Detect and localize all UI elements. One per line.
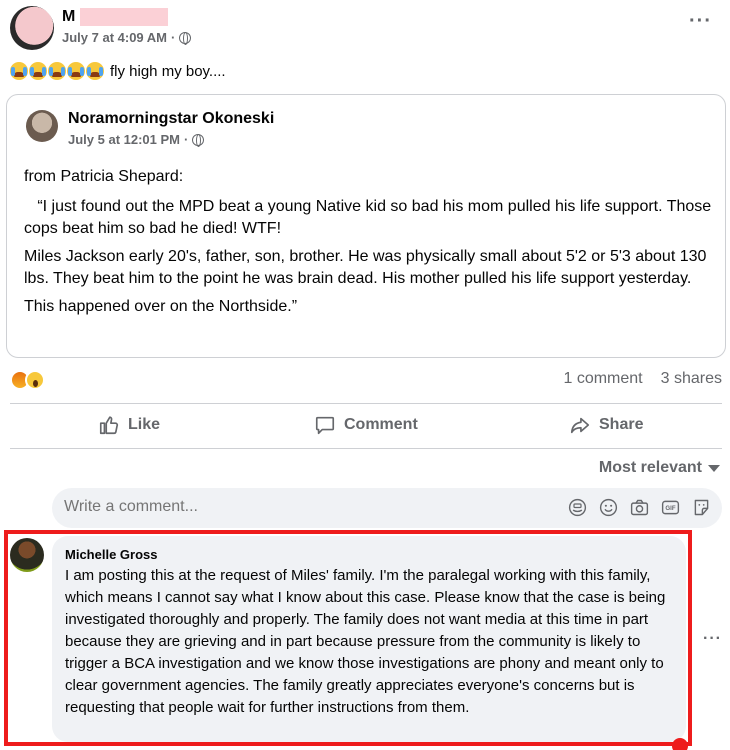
camera-icon[interactable] <box>629 497 650 518</box>
reaction-summary[interactable] <box>10 370 45 390</box>
shared-author-avatar[interactable] <box>26 110 58 142</box>
like-button[interactable]: Like <box>98 414 160 436</box>
shared-timestamp[interactable]: July 5 at 12:01 PM <box>68 132 180 147</box>
shared-paragraph: from Patricia Shepard: <box>24 168 184 185</box>
meta-separator: · <box>171 30 176 45</box>
shared-paragraph: “I just found out the MPD beat a young N… <box>24 198 712 237</box>
highlight-box <box>4 530 692 746</box>
crying-emoji-row <box>10 62 104 80</box>
caret-down-icon <box>708 464 720 472</box>
globe-icon[interactable] <box>192 133 205 147</box>
post-text: fly high my boy.... <box>10 62 226 80</box>
sticker-icon[interactable] <box>691 497 712 518</box>
wow-reaction-icon <box>25 370 45 390</box>
meta-separator: · <box>184 132 189 147</box>
share-arrow-icon <box>570 417 590 434</box>
post-message: fly high my boy.... <box>110 62 226 80</box>
post-timestamp[interactable]: July 7 at 4:09 AM <box>62 30 167 45</box>
author-avatar[interactable] <box>10 6 54 50</box>
comment-label: Comment <box>344 416 418 433</box>
shared-author-name[interactable]: Noramorningstar Okoneski <box>68 110 274 128</box>
svg-text:GIF: GIF <box>665 505 675 512</box>
comment-input[interactable] <box>64 498 464 516</box>
comment-bubble-icon <box>315 416 335 435</box>
share-button[interactable]: Share <box>569 414 643 436</box>
like-label: Like <box>128 416 161 433</box>
comment-composer[interactable]: GIF <box>52 488 722 528</box>
crying-face-icon <box>29 62 47 80</box>
gif-icon[interactable]: GIF <box>660 497 681 518</box>
comment-count[interactable]: 1 comment <box>563 370 642 388</box>
shared-post-meta: July 5 at 12:01 PM · <box>68 132 205 147</box>
composer-tools: GIF <box>567 497 712 518</box>
comment-sort-dropdown[interactable]: Most relevant <box>599 459 720 477</box>
crying-face-icon <box>48 62 66 80</box>
shared-paragraph: This happened over on the Northside.” <box>24 298 298 315</box>
divider <box>10 448 722 449</box>
shared-post-body: from Patricia Shepard: “I just found out… <box>24 166 714 324</box>
avatar-sticker-icon[interactable] <box>567 497 588 518</box>
globe-icon[interactable] <box>179 31 192 45</box>
notification-dot <box>672 738 688 750</box>
comment-options-icon[interactable]: ··· <box>703 630 722 648</box>
name-redaction <box>80 8 168 26</box>
comment-button[interactable]: Comment <box>314 414 418 436</box>
sort-label: Most relevant <box>598 459 702 476</box>
engagement-counts: 1 comment 3 shares <box>563 370 722 388</box>
share-count[interactable]: 3 shares <box>661 370 722 388</box>
shared-paragraph: Miles Jackson early 20's, father, son, b… <box>24 248 707 287</box>
emoji-icon[interactable] <box>598 497 619 518</box>
crying-face-icon <box>10 62 28 80</box>
post-author-name[interactable]: M <box>62 8 75 26</box>
thumbs-up-icon <box>99 416 119 435</box>
crying-face-icon <box>67 62 85 80</box>
divider <box>10 403 722 404</box>
more-options-icon[interactable]: ··· <box>689 10 712 33</box>
post-meta: July 7 at 4:09 AM · <box>62 30 192 45</box>
crying-face-icon <box>86 62 104 80</box>
share-label: Share <box>599 416 644 433</box>
